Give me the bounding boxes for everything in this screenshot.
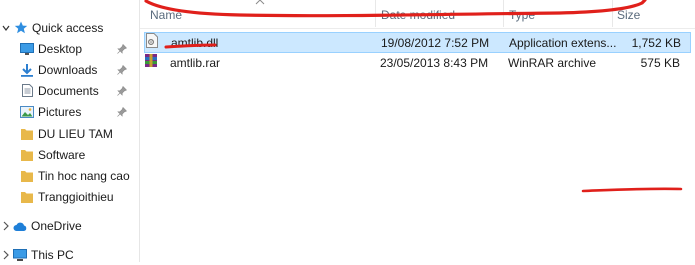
documents-icon xyxy=(22,84,33,97)
column-divider[interactable] xyxy=(375,0,376,27)
cloud-icon xyxy=(13,222,27,231)
pin-icon[interactable] xyxy=(117,65,127,75)
nav-label: DU LIEU TAM xyxy=(38,127,113,141)
file-type: WinRAR archive xyxy=(508,56,597,70)
folder-icon xyxy=(21,150,33,161)
folder-icon xyxy=(21,171,33,182)
pictures-icon xyxy=(20,106,34,118)
nav-folder-tranggioithieu[interactable]: Tranggioithieu xyxy=(0,187,139,207)
nav-label: Tranggioithieu xyxy=(38,190,114,204)
nav-label: Software xyxy=(38,148,86,162)
nav-folder-du-lieu-tam[interactable]: DU LIEU TAM xyxy=(0,124,139,144)
nav-label: Tin hoc nang cao xyxy=(38,169,130,183)
nav-desktop[interactable]: Desktop xyxy=(0,39,139,59)
pin-icon[interactable] xyxy=(117,86,127,96)
file-name[interactable]: amtlib.rar xyxy=(170,56,220,70)
desktop-icon xyxy=(20,43,34,55)
file-size: 575 KB xyxy=(640,56,680,70)
nav-downloads[interactable]: Downloads xyxy=(0,60,139,80)
nav-label: Quick access xyxy=(32,21,104,35)
file-row-amtlib-rar[interactable]: amtlib.rar 23/05/2013 8:43 PM WinRAR arc… xyxy=(144,53,691,74)
column-header-row: Name Date modified Type Size xyxy=(140,0,695,29)
nav-this-pc[interactable]: This PC xyxy=(0,245,139,265)
winrar-archive-icon xyxy=(145,54,157,67)
file-type: Application extens... xyxy=(509,36,617,50)
nav-pictures[interactable]: Pictures xyxy=(0,102,139,122)
column-divider[interactable] xyxy=(612,0,613,27)
chevron-down-icon[interactable] xyxy=(1,22,11,34)
file-row-amtlib-dll[interactable]: amtlib.dll 19/08/2012 7:52 PM Applicatio… xyxy=(144,32,691,53)
column-header-name[interactable]: Name xyxy=(150,8,182,22)
star-icon xyxy=(14,21,28,34)
file-date-modified: 23/05/2013 8:43 PM xyxy=(380,56,489,70)
nav-folder-tin-hoc-nang-cao[interactable]: Tin hoc nang cao xyxy=(0,166,139,186)
folder-icon xyxy=(21,192,33,203)
dll-file-icon xyxy=(146,33,158,48)
chevron-right-icon[interactable] xyxy=(1,220,11,232)
nav-label: Desktop xyxy=(38,42,83,56)
file-size: 1,752 KB xyxy=(631,36,681,50)
pin-icon[interactable] xyxy=(117,44,127,54)
nav-onedrive[interactable]: OneDrive xyxy=(0,216,139,236)
computer-icon xyxy=(13,249,27,261)
nav-quick-access[interactable]: Quick access xyxy=(0,18,139,38)
file-list: Name Date modified Type Size amtlib.dll … xyxy=(140,0,695,262)
nav-folder-software[interactable]: Software xyxy=(0,145,139,165)
nav-label: Pictures xyxy=(38,105,82,119)
column-header-size[interactable]: Size xyxy=(617,8,640,22)
column-divider[interactable] xyxy=(503,0,504,27)
download-icon xyxy=(21,64,33,77)
column-header-date[interactable]: Date modified xyxy=(381,8,455,22)
nav-label: This PC xyxy=(31,248,74,262)
nav-documents[interactable]: Documents xyxy=(0,81,139,101)
nav-label: OneDrive xyxy=(31,219,82,233)
sort-ascending-icon xyxy=(255,0,265,5)
column-header-type[interactable]: Type xyxy=(509,8,535,22)
nav-label: Documents xyxy=(38,84,99,98)
file-date-modified: 19/08/2012 7:52 PM xyxy=(381,36,490,50)
folder-icon xyxy=(21,129,33,140)
chevron-right-icon[interactable] xyxy=(1,249,11,261)
navigation-pane: Quick access Desktop Downloads Documents… xyxy=(0,0,140,262)
pin-icon[interactable] xyxy=(117,107,127,117)
nav-label: Downloads xyxy=(38,63,98,77)
file-name[interactable]: amtlib.dll xyxy=(171,36,218,50)
